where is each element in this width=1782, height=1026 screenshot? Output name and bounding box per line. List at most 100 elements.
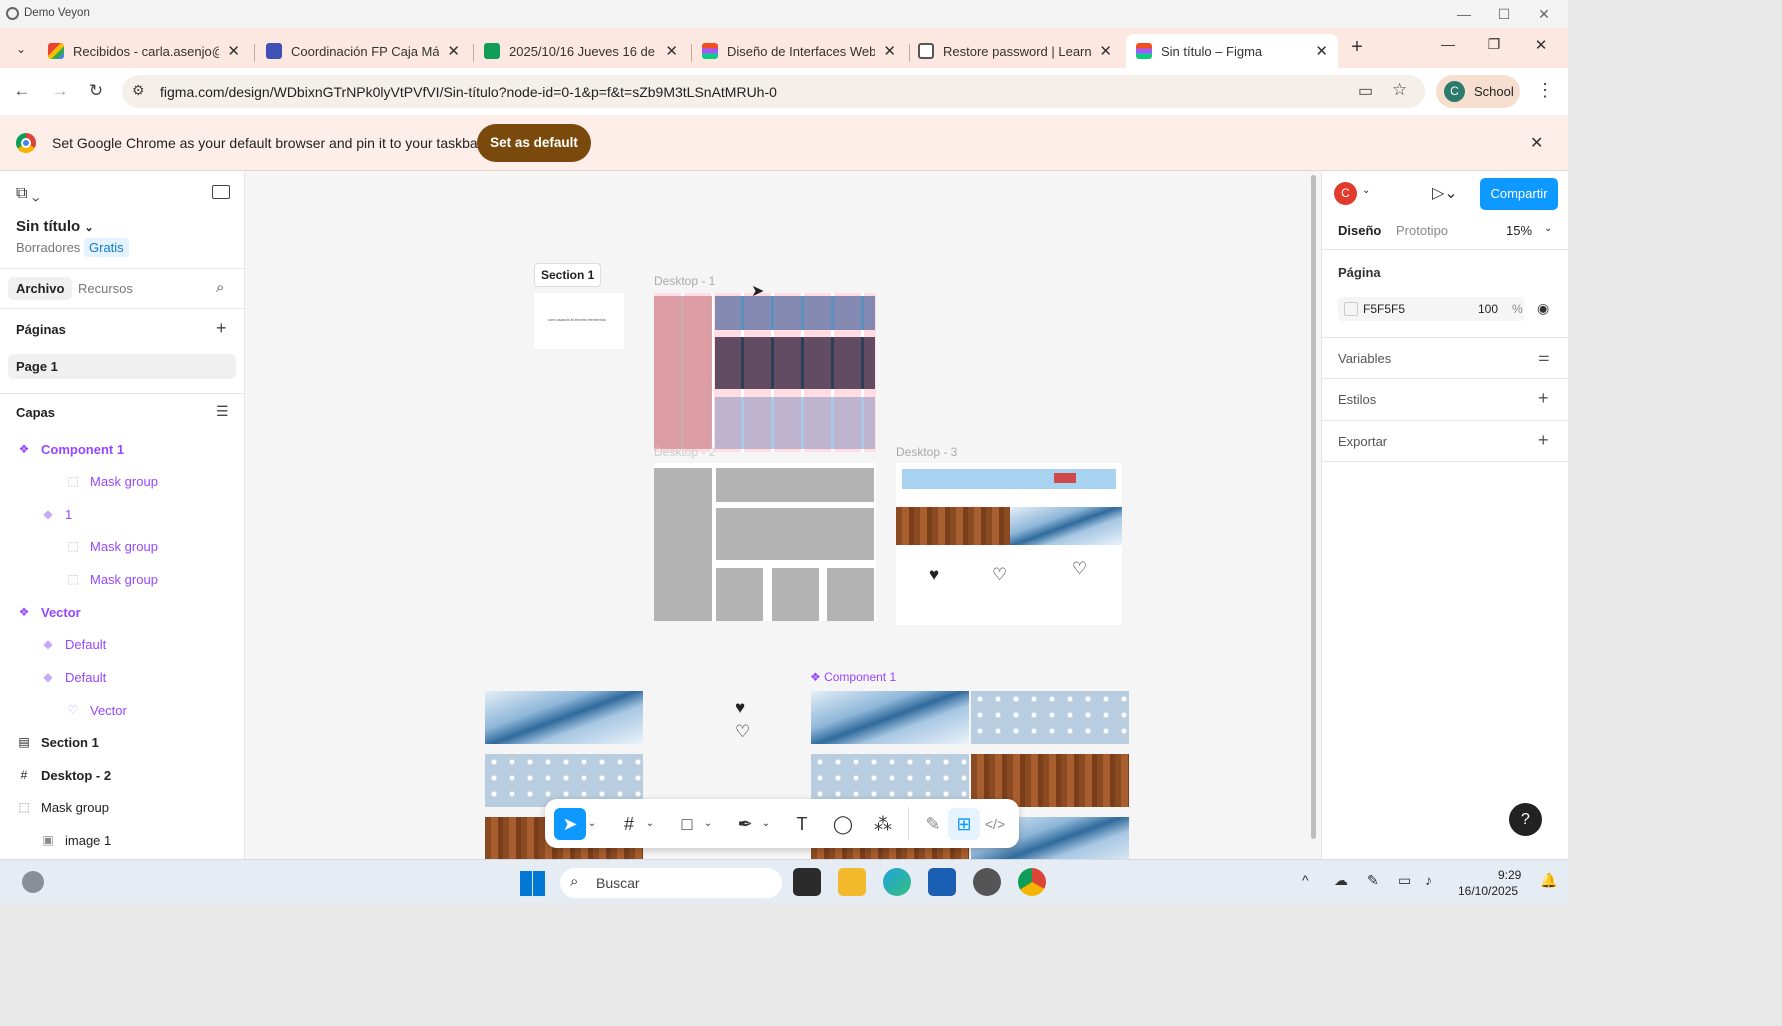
restore-icon[interactable]: ❐ <box>1483 36 1505 58</box>
desktop-3-frame[interactable]: ♥ ♡ ♡ <box>896 463 1122 625</box>
file-explorer-icon[interactable] <box>838 868 866 896</box>
address-bar[interactable]: ⚙ figma.com/design/WDbixnGTrNPk0lyVtPVfV… <box>122 75 1425 108</box>
frame-tool-icon[interactable]: # <box>613 808 645 840</box>
close-tab-icon[interactable]: ✕ <box>665 42 678 60</box>
help-icon[interactable]: ? <box>1509 803 1542 836</box>
store-icon[interactable] <box>928 868 956 896</box>
veyon-icon[interactable] <box>973 868 1001 896</box>
menu-kebab-icon[interactable]: ⋮ <box>1536 80 1554 101</box>
layer-row[interactable]: ❖ Component 1 <box>0 433 244 465</box>
draw-mode-icon[interactable]: ✎ <box>917 808 949 840</box>
close-window-icon[interactable]: ✕ <box>1534 4 1554 24</box>
design-canvas[interactable]: Section 1 com.usando.el.theme.elementos … <box>245 171 1321 859</box>
layer-row[interactable]: ❖ Vector <box>0 596 244 628</box>
layer-row[interactable]: ⬚ Mask group <box>0 465 244 497</box>
set-default-button[interactable]: Set as default <box>477 124 591 162</box>
network-icon[interactable]: ▭ <box>1398 872 1411 889</box>
chevron-down-icon[interactable]: ⌄ <box>1544 223 1552 234</box>
file-title[interactable]: Sin título ⌄ <box>16 218 94 235</box>
clipboard-icon[interactable]: ▭ <box>1358 81 1373 101</box>
layer-row[interactable]: ◆ Default <box>0 628 244 660</box>
frame-label-desktop-2[interactable]: Desktop - 2 <box>654 445 715 459</box>
tab-figma-sin-titulo[interactable]: Sin título – Figma ✕ <box>1126 34 1338 68</box>
edge-icon[interactable] <box>883 868 911 896</box>
reload-icon[interactable]: ↻ <box>83 78 109 104</box>
chevron-down-icon[interactable]: ⌄ <box>1362 185 1370 196</box>
tray-chevron-icon[interactable]: ^ <box>1302 872 1309 888</box>
layer-row[interactable]: # Desktop - 2 <box>0 759 244 791</box>
tab-forms[interactable]: Coordinación FP Caja Mág ✕ <box>256 34 470 68</box>
taskbar-search[interactable]: ⌕ Buscar <box>560 868 782 898</box>
heart-filled-icon[interactable]: ♥ <box>735 698 745 718</box>
tab-assets[interactable]: Recursos <box>78 281 133 296</box>
close-tab-icon[interactable]: ✕ <box>227 42 240 60</box>
windows-start-icon[interactable] <box>520 871 545 896</box>
profile-button[interactable]: C School <box>1436 75 1520 108</box>
layer-row[interactable]: ◆ 1 <box>0 498 244 530</box>
page-opacity[interactable]: 100 <box>1478 302 1498 316</box>
move-tool-icon[interactable]: ➤ <box>554 808 586 840</box>
layer-row[interactable]: ♡ Vector <box>0 694 244 726</box>
eye-icon[interactable]: ◉ <box>1537 300 1549 317</box>
add-export-icon[interactable]: + <box>1538 430 1549 451</box>
section-frame[interactable]: com.usando.el.theme.elementos <box>534 293 624 349</box>
comment-tool-icon[interactable]: ◯ <box>827 808 859 840</box>
clock-date[interactable]: 16/10/2025 <box>1458 884 1518 898</box>
clock-time[interactable]: 9:29 <box>1498 868 1521 882</box>
layer-row[interactable]: ⬚ Mask group <box>0 791 244 823</box>
back-icon[interactable]: ← <box>9 78 35 104</box>
forward-icon[interactable]: → <box>47 78 73 104</box>
figma-menu-icon[interactable]: ⧉ ⌄ <box>16 185 39 203</box>
text-tool-icon[interactable]: T <box>786 808 818 840</box>
layer-row[interactable]: ▤ Section 1 <box>0 726 244 758</box>
pen-icon[interactable]: ✎ <box>1367 872 1379 889</box>
share-button[interactable]: Compartir <box>1480 178 1558 210</box>
notifications-icon[interactable]: 🔔 <box>1540 872 1557 889</box>
tab-prototype[interactable]: Prototipo <box>1396 223 1448 238</box>
heart-filled-icon[interactable]: ♥ <box>929 565 939 585</box>
heart-outline-icon[interactable]: ♡ <box>992 565 1007 585</box>
user-avatar[interactable]: C <box>1334 182 1357 205</box>
page-item[interactable]: Page 1 <box>8 354 236 379</box>
tab-gmail[interactable]: Recibidos - carla.asenjo@e ✕ <box>38 34 250 68</box>
new-tab-icon[interactable]: + <box>1346 36 1368 58</box>
drafts-link[interactable]: Borradores <box>16 240 80 255</box>
tab-search-chevron-icon[interactable]: ⌄ <box>10 38 32 60</box>
toggle-sidebar-icon[interactable] <box>212 185 230 199</box>
wave-image[interactable] <box>485 691 643 744</box>
chevron-down-icon[interactable]: ⌄ <box>585 808 599 840</box>
tab-design[interactable]: Diseño <box>1338 223 1381 238</box>
chrome-icon[interactable] <box>1018 868 1046 896</box>
present-icon[interactable]: ▷⌄ <box>1432 183 1458 203</box>
close-browser-icon[interactable]: ✕ <box>1530 36 1552 58</box>
tab-file[interactable]: Archivo <box>8 277 73 300</box>
close-tab-icon[interactable]: ✕ <box>447 42 460 60</box>
tab-restore-password[interactable]: Restore password | Learnin ✕ <box>908 34 1122 68</box>
page-fill-hex[interactable]: F5F5F5 <box>1363 302 1405 316</box>
search-icon[interactable]: ⌕ <box>216 279 224 296</box>
close-tab-icon[interactable]: ✕ <box>883 42 896 60</box>
tab-sheets[interactable]: 2025/10/16 Jueves 16 de o ✕ <box>474 34 688 68</box>
actions-tool-icon[interactable]: ⁂ <box>867 808 899 840</box>
pen-tool-icon[interactable]: ✒ <box>729 808 761 840</box>
design-mode-icon[interactable]: ⊞ <box>948 808 980 840</box>
layer-row[interactable]: ◆ Default <box>0 661 244 693</box>
component-label[interactable]: ❖ Component 1 <box>810 670 896 684</box>
desktop-2-frame[interactable] <box>654 463 876 621</box>
bookmark-star-icon[interactable]: ☆ <box>1392 80 1407 100</box>
desktop-1-frame[interactable] <box>654 293 876 452</box>
dev-mode-icon[interactable]: </> <box>979 808 1011 840</box>
minimize-icon[interactable]: — <box>1454 4 1474 24</box>
add-page-icon[interactable]: + <box>216 318 227 339</box>
chevron-down-icon[interactable]: ⌄ <box>701 808 715 840</box>
color-swatch[interactable] <box>1344 302 1358 316</box>
add-style-icon[interactable]: + <box>1538 388 1549 409</box>
layer-row[interactable]: ⬚ Mask group <box>0 530 244 562</box>
layer-row[interactable]: ⬚ Mask group <box>0 563 244 595</box>
chevron-down-icon[interactable]: ⌄ <box>759 808 773 840</box>
site-info-icon[interactable]: ⚙ <box>132 82 145 99</box>
frame-label-desktop-3[interactable]: Desktop - 3 <box>896 445 957 459</box>
chevron-down-icon[interactable]: ⌄ <box>643 808 657 840</box>
frame-label-desktop-1[interactable]: Desktop - 1 <box>654 274 715 288</box>
maximize-icon[interactable]: ☐ <box>1494 4 1514 24</box>
